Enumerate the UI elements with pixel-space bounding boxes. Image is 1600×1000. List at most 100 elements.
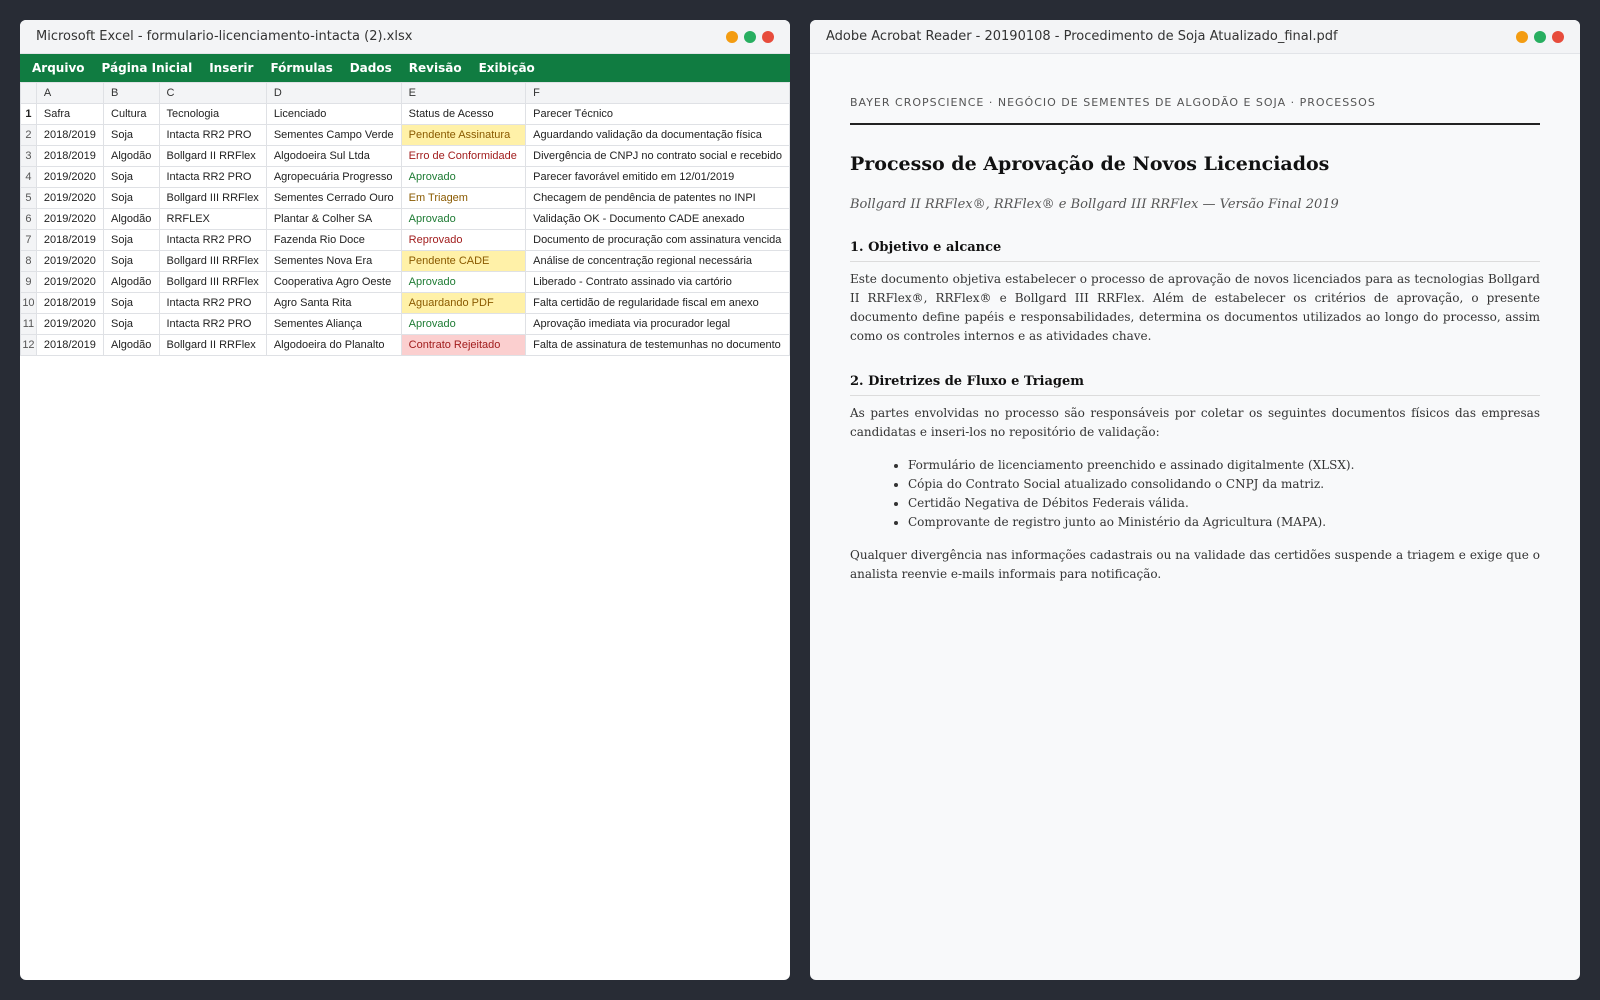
row-number[interactable]: 2	[20, 124, 37, 146]
cell-safra[interactable]: 2019/2020	[35, 166, 105, 188]
cell-licenciado[interactable]: Algodoeira Sul Ltda	[265, 145, 402, 167]
row-number[interactable]: 3	[20, 145, 37, 167]
cell-safra[interactable]: 2018/2019	[35, 124, 105, 146]
cell-status[interactable]: Erro de Conformidade	[400, 145, 527, 167]
select-all-corner[interactable]	[20, 82, 37, 104]
cell-cultura[interactable]: Algodão	[103, 145, 160, 167]
cell-tecnologia[interactable]: Bollgard III RRFlex	[158, 187, 267, 209]
cell-licenciado[interactable]: Sementes Nova Era	[265, 250, 402, 272]
cell-status[interactable]: Pendente CADE	[400, 250, 527, 272]
row-number[interactable]: 9	[20, 271, 37, 293]
cell-parecer[interactable]: Falta de assinatura de testemunhas no do…	[525, 334, 790, 356]
cell-status[interactable]: Pendente Assinatura	[400, 124, 527, 146]
column-header-f[interactable]: F	[525, 82, 790, 104]
row-number[interactable]: 7	[20, 229, 37, 251]
menu-inserir[interactable]: Inserir	[209, 61, 253, 75]
row-number[interactable]: 12	[20, 334, 37, 356]
cell-status[interactable]: Reprovado	[400, 229, 527, 251]
cell-parecer[interactable]: Análise de concentração regional necessá…	[525, 250, 790, 272]
cell-cultura[interactable]: Algodão	[103, 271, 160, 293]
cell-status[interactable]: Aprovado	[400, 208, 527, 230]
cell-safra[interactable]: 2018/2019	[35, 229, 105, 251]
cell-parecer[interactable]: Validação OK - Documento CADE anexado	[525, 208, 790, 230]
menu-revisao[interactable]: Revisão	[409, 61, 462, 75]
cell-cultura[interactable]: Soja	[103, 292, 160, 314]
cell-cultura[interactable]: Soja	[103, 187, 160, 209]
cell-licenciado[interactable]: Algodoeira do Planalto	[265, 334, 402, 356]
cell-cultura[interactable]: Algodão	[103, 208, 160, 230]
cell-tecnologia[interactable]: Intacta RR2 PRO	[158, 229, 267, 251]
cell-safra[interactable]: 2019/2020	[35, 313, 105, 335]
cell-safra[interactable]: 2019/2020	[35, 250, 105, 272]
cell-safra[interactable]: 2019/2020	[35, 187, 105, 209]
cell-tecnologia[interactable]: RRFLEX	[158, 208, 267, 230]
cell-licenciado[interactable]: Sementes Aliança	[265, 313, 402, 335]
cell-cultura[interactable]: Algodão	[103, 334, 160, 356]
cell-licenciado[interactable]: Sementes Cerrado Ouro	[265, 187, 402, 209]
cell-tecnologia[interactable]: Bollgard II RRFlex	[158, 145, 267, 167]
cell-licenciado[interactable]: Cooperativa Agro Oeste	[265, 271, 402, 293]
cell-licenciado[interactable]: Fazenda Rio Doce	[265, 229, 402, 251]
row-number[interactable]: 10	[20, 292, 37, 314]
row-number[interactable]: 8	[20, 250, 37, 272]
cell-tecnologia[interactable]: Intacta RR2 PRO	[158, 292, 267, 314]
cell-parecer[interactable]: Liberado - Contrato assinado via cartóri…	[525, 271, 790, 293]
cell-status[interactable]: Contrato Rejeitado	[400, 334, 527, 356]
cell-cultura[interactable]: Soja	[103, 250, 160, 272]
menu-pagina-inicial[interactable]: Página Inicial	[102, 61, 193, 75]
cell-tecnologia[interactable]: Intacta RR2 PRO	[158, 166, 267, 188]
cell-parecer[interactable]: Divergência de CNPJ no contrato social e…	[525, 145, 790, 167]
maximize-button[interactable]	[1534, 30, 1546, 43]
row-number[interactable]: 11	[20, 313, 37, 335]
cell-safra[interactable]: 2019/2020	[35, 208, 105, 230]
cell-cultura[interactable]: Soja	[103, 166, 160, 188]
cell-header-licenciado[interactable]: Licenciado	[265, 103, 402, 125]
cell-parecer[interactable]: Aprovação imediata via procurador legal	[525, 313, 790, 335]
cell-status[interactable]: Em Triagem	[400, 187, 527, 209]
close-button[interactable]	[1552, 30, 1564, 43]
cell-status[interactable]: Aprovado	[400, 166, 527, 188]
cell-cultura[interactable]: Soja	[103, 313, 160, 335]
cell-cultura[interactable]: Soja	[103, 229, 160, 251]
cell-header-parecer[interactable]: Parecer Técnico	[525, 103, 790, 125]
menu-dados[interactable]: Dados	[350, 61, 392, 75]
cell-header-tecnologia[interactable]: Tecnologia	[158, 103, 267, 125]
cell-safra[interactable]: 2018/2019	[35, 145, 105, 167]
minimize-button[interactable]	[726, 30, 738, 43]
cell-licenciado[interactable]: Sementes Campo Verde	[265, 124, 402, 146]
cell-parecer[interactable]: Parecer favorável emitido em 12/01/2019	[525, 166, 790, 188]
cell-parecer[interactable]: Aguardando validação da documentação fís…	[525, 124, 790, 146]
minimize-button[interactable]	[1516, 30, 1528, 43]
cell-tecnologia[interactable]: Bollgard III RRFlex	[158, 250, 267, 272]
column-header-c[interactable]: C	[158, 82, 267, 104]
cell-parecer[interactable]: Documento de procuração com assinatura v…	[525, 229, 790, 251]
cell-licenciado[interactable]: Agro Santa Rita	[265, 292, 402, 314]
column-header-a[interactable]: A	[35, 82, 105, 104]
menu-exibicao[interactable]: Exibição	[479, 61, 535, 75]
cell-safra[interactable]: 2019/2020	[35, 271, 105, 293]
menu-formulas[interactable]: Fórmulas	[270, 61, 332, 75]
column-header-e[interactable]: E	[400, 82, 527, 104]
row-number[interactable]: 6	[20, 208, 37, 230]
cell-header-cultura[interactable]: Cultura	[103, 103, 160, 125]
cell-tecnologia[interactable]: Bollgard II RRFlex	[158, 334, 267, 356]
cell-parecer[interactable]: Checagem de pendência de patentes no INP…	[525, 187, 790, 209]
maximize-button[interactable]	[744, 30, 756, 43]
menu-arquivo[interactable]: Arquivo	[32, 61, 85, 75]
cell-licenciado[interactable]: Agropecuária Progresso	[265, 166, 402, 188]
column-header-d[interactable]: D	[265, 82, 402, 104]
cell-header-status[interactable]: Status de Acesso	[400, 103, 527, 125]
cell-safra[interactable]: 2018/2019	[35, 292, 105, 314]
cell-status[interactable]: Aprovado	[400, 313, 527, 335]
row-number[interactable]: 4	[20, 166, 37, 188]
row-number[interactable]: 5	[20, 187, 37, 209]
cell-tecnologia[interactable]: Intacta RR2 PRO	[158, 313, 267, 335]
close-button[interactable]	[762, 30, 774, 43]
cell-tecnologia[interactable]: Intacta RR2 PRO	[158, 124, 267, 146]
column-header-b[interactable]: B	[103, 82, 160, 104]
row-number[interactable]: 1	[20, 103, 37, 125]
cell-safra[interactable]: 2018/2019	[35, 334, 105, 356]
cell-header-safra[interactable]: Safra	[35, 103, 105, 125]
cell-tecnologia[interactable]: Bollgard III RRFlex	[158, 271, 267, 293]
cell-cultura[interactable]: Soja	[103, 124, 160, 146]
